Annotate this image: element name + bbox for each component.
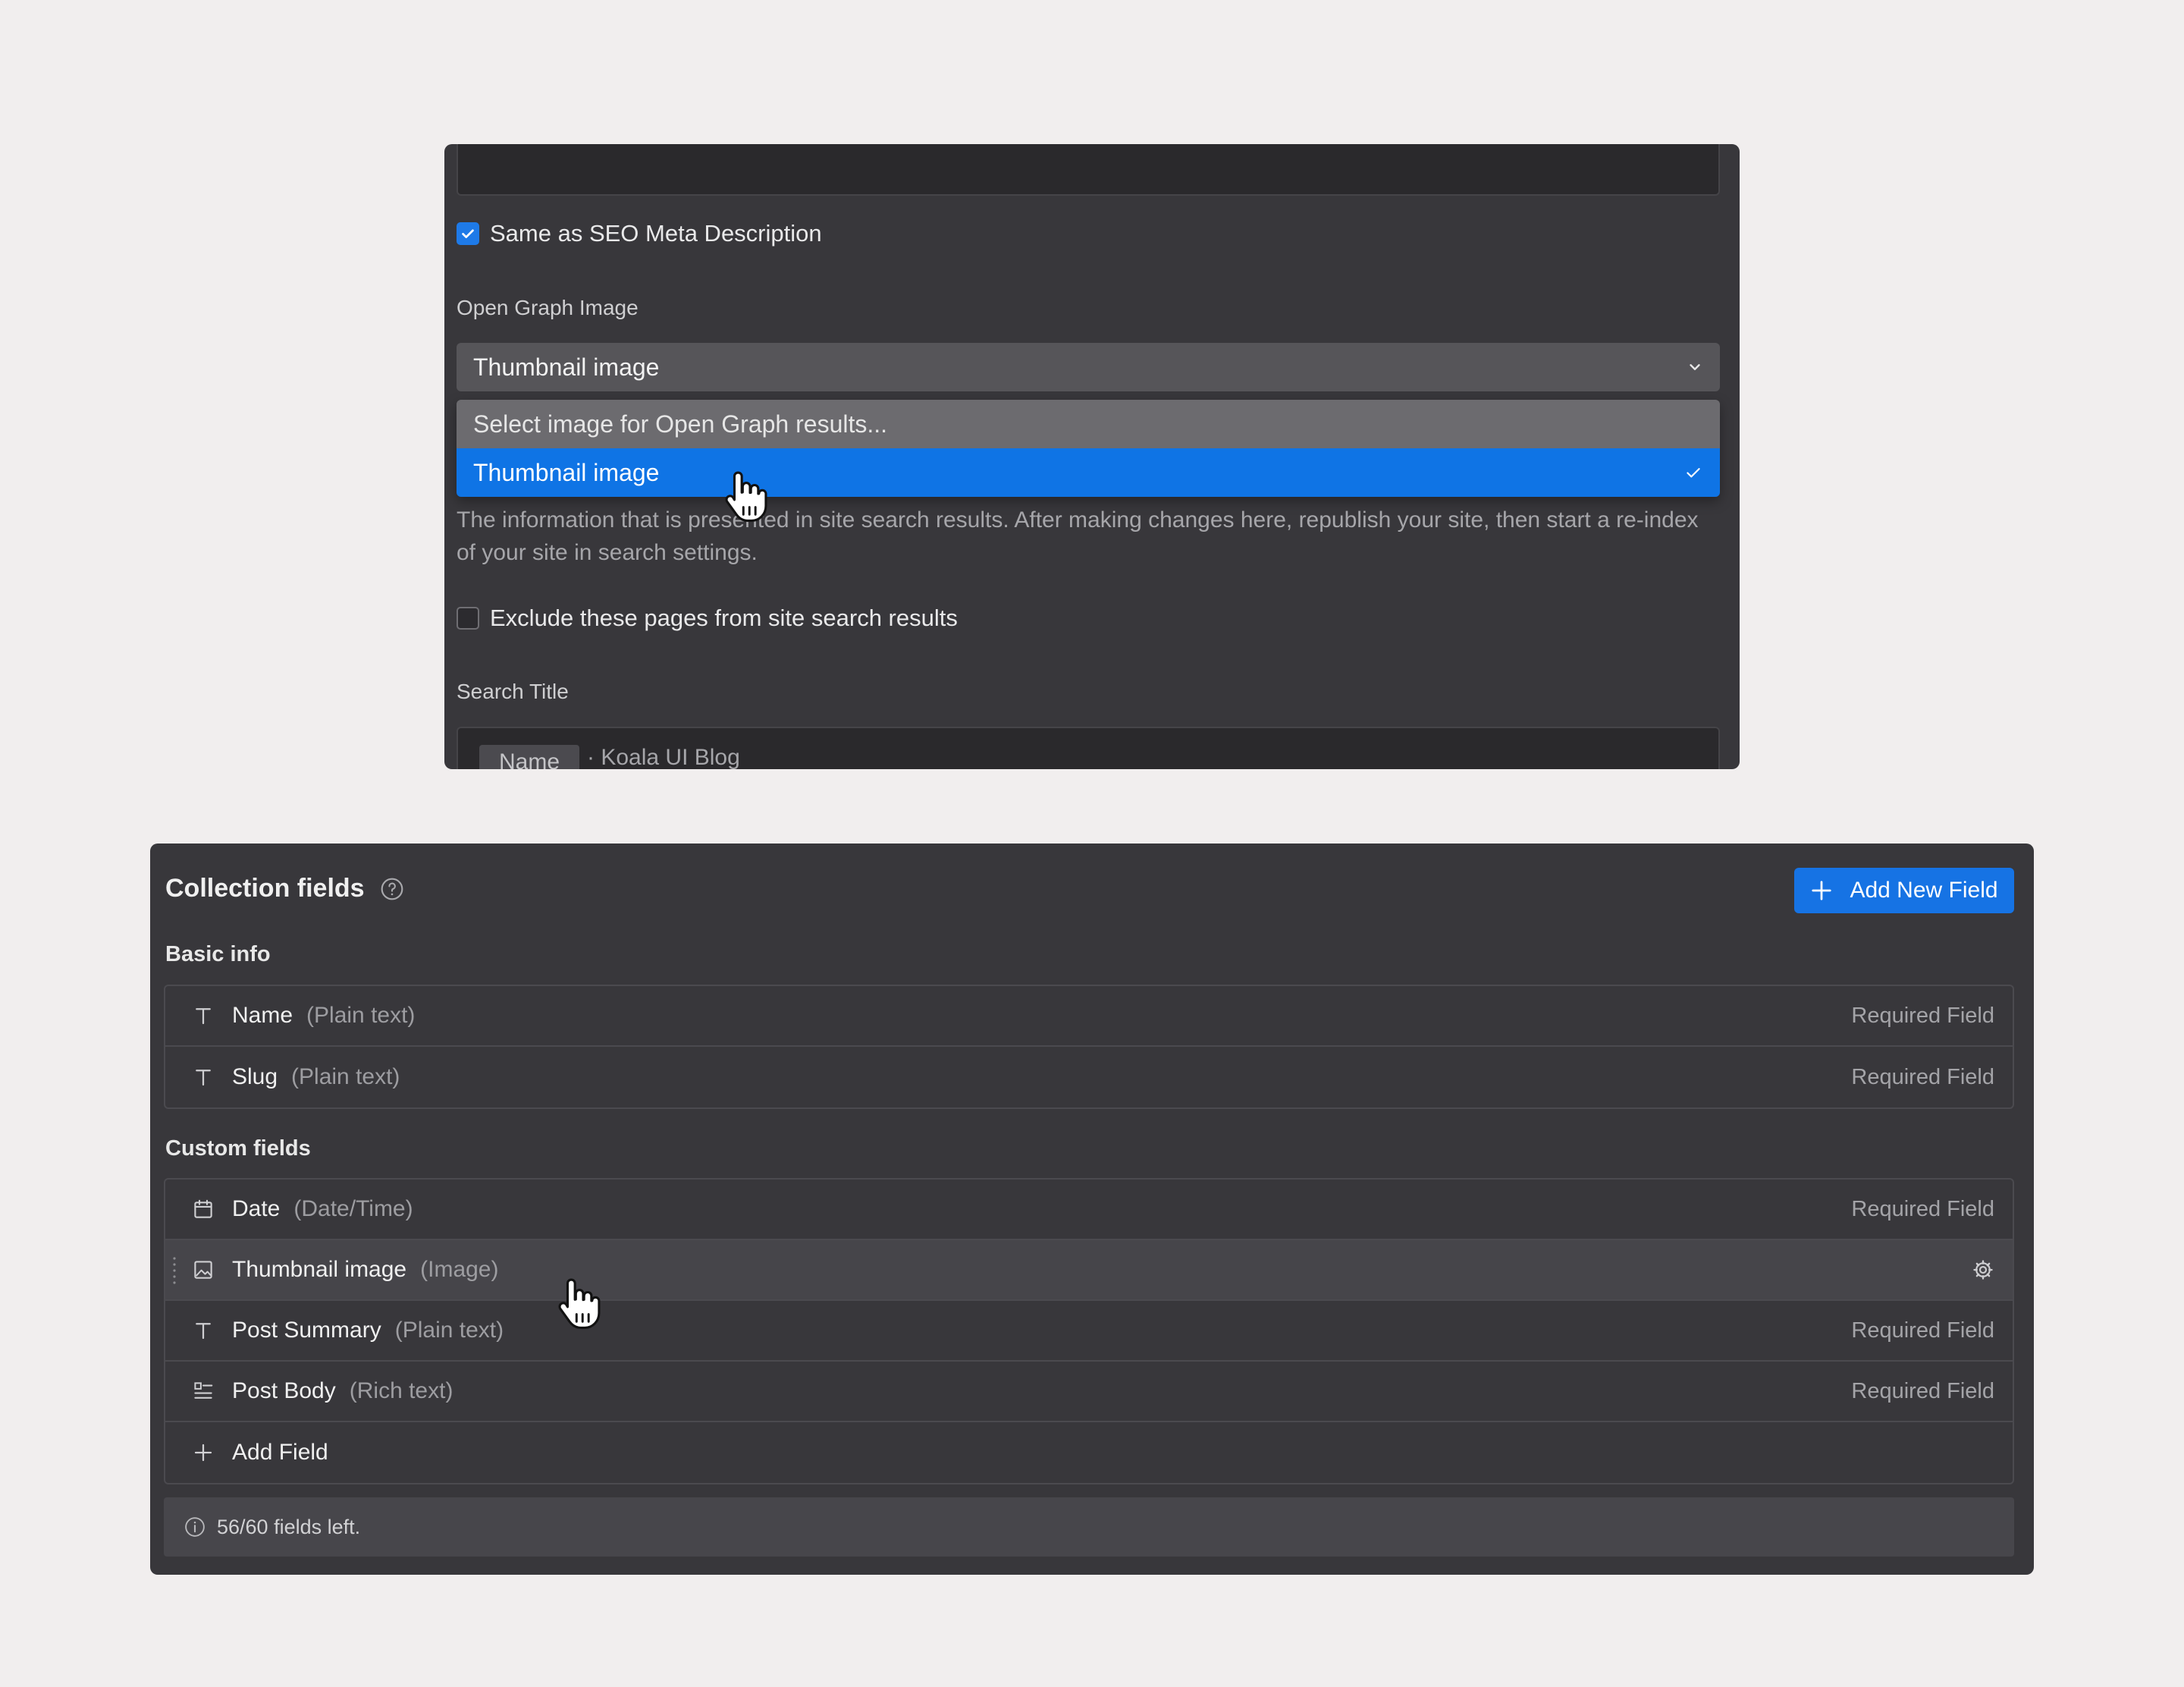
add-field-row[interactable]: Add Field <box>165 1422 2013 1483</box>
drag-handle-icon[interactable] <box>171 1255 177 1286</box>
text-type-icon <box>191 1065 215 1089</box>
same-as-seo-row[interactable]: Same as SEO Meta Description <box>457 220 822 247</box>
field-row-post-summary[interactable]: Post Summary (Plain text) Required Field <box>165 1301 2013 1362</box>
field-type: (Rich text) <box>349 1378 453 1403</box>
same-as-seo-checkbox[interactable] <box>457 222 479 245</box>
exclude-search-label: Exclude these pages from site search res… <box>490 605 958 631</box>
field-name: Post Body <box>232 1378 336 1403</box>
field-row-name[interactable]: Name (Plain text) Required Field <box>165 986 2013 1047</box>
image-icon <box>191 1258 215 1282</box>
field-row-thumbnail-image[interactable]: Thumbnail image (Image) <box>165 1240 2013 1301</box>
custom-fields-heading: Custom fields <box>165 1136 311 1161</box>
plus-icon <box>191 1440 215 1465</box>
required-field-label: Required Field <box>1851 1064 1994 1089</box>
required-field-label: Required Field <box>1851 1318 1994 1343</box>
field-name: Slug <box>232 1064 278 1089</box>
field-type: (Image) <box>420 1257 499 1282</box>
required-field-label: Required Field <box>1851 1378 1994 1403</box>
required-field-label: Required Field <box>1851 1003 1994 1028</box>
basic-info-fields: Name (Plain text) Required Field Slug (P… <box>164 985 2014 1109</box>
same-as-seo-label: Same as SEO Meta Description <box>490 220 822 247</box>
field-type: (Plain text) <box>394 1318 504 1343</box>
search-title-label: Search Title <box>457 680 569 703</box>
field-type: (Date/Time) <box>293 1196 413 1221</box>
dropdown-placeholder-label: Select image for Open Graph results... <box>473 410 888 438</box>
basic-info-heading: Basic info <box>165 942 271 966</box>
chevron-down-icon <box>1690 364 1700 370</box>
exclude-search-row[interactable]: Exclude these pages from site search res… <box>457 605 958 632</box>
hand-cursor-icon <box>558 1278 601 1329</box>
dropdown-option-thumbnail[interactable]: Thumbnail image <box>457 448 1720 497</box>
og-image-label: Open Graph Image <box>457 296 639 319</box>
add-new-field-label: Add New Field <box>1850 878 1998 903</box>
help-icon[interactable] <box>380 877 404 901</box>
exclude-search-checkbox[interactable] <box>457 607 479 630</box>
hand-cursor-icon <box>725 471 767 522</box>
add-field-label: Add Field <box>232 1440 328 1465</box>
field-name: Thumbnail image <box>232 1257 407 1282</box>
dropdown-selected-label: Thumbnail image <box>473 458 660 486</box>
gear-icon[interactable] <box>1972 1258 1994 1281</box>
name-token-chip[interactable]: Name <box>479 745 580 769</box>
text-type-icon <box>191 1004 215 1028</box>
og-image-select[interactable]: Thumbnail image <box>457 343 1720 391</box>
collection-fields-panel: Collection fields Add New Field Basic in… <box>150 844 2034 1575</box>
rich-text-icon <box>191 1379 215 1403</box>
required-field-label: Required Field <box>1851 1196 1994 1221</box>
info-icon <box>185 1517 205 1537</box>
calendar-icon <box>191 1197 215 1221</box>
plus-icon <box>1812 881 1832 900</box>
field-name: Name <box>232 1003 293 1028</box>
field-row-date[interactable]: Date (Date/Time) Required Field <box>165 1180 2013 1240</box>
search-title-input[interactable]: Name · Koala UI Blog <box>457 727 1720 769</box>
dropdown-option-placeholder[interactable]: Select image for Open Graph results... <box>457 400 1720 448</box>
collection-fields-title: Collection fields <box>165 874 404 903</box>
field-name: Date <box>232 1196 281 1221</box>
field-type: (Plain text) <box>306 1003 416 1028</box>
check-icon <box>1687 468 1700 478</box>
checkmark-icon <box>462 229 474 238</box>
add-new-field-button[interactable]: Add New Field <box>1794 868 2014 913</box>
search-description-text: The information that is presented in sit… <box>457 507 1699 565</box>
text-type-icon <box>191 1318 215 1343</box>
og-image-dropdown-menu: Select image for Open Graph results... T… <box>457 400 1720 497</box>
field-row-post-body[interactable]: Post Body (Rich text) Required Field <box>165 1362 2013 1422</box>
search-title-suffix: · Koala UI Blog <box>587 745 740 769</box>
custom-fields-list: Date (Date/Time) Required Field Thumbnai… <box>164 1178 2014 1484</box>
seo-settings-panel: Same as SEO Meta Description Open Graph … <box>444 144 1740 769</box>
fields-left-notice: 56/60 fields left. <box>164 1497 2014 1557</box>
field-name: Post Summary <box>232 1318 381 1343</box>
og-image-select-value: Thumbnail image <box>473 353 660 381</box>
og-description-textarea[interactable] <box>457 144 1720 196</box>
collection-title-text: Collection fields <box>165 874 365 903</box>
field-type: (Plain text) <box>291 1064 400 1089</box>
field-row-slug[interactable]: Slug (Plain text) Required Field <box>165 1047 2013 1107</box>
fields-left-text: 56/60 fields left. <box>217 1515 361 1538</box>
